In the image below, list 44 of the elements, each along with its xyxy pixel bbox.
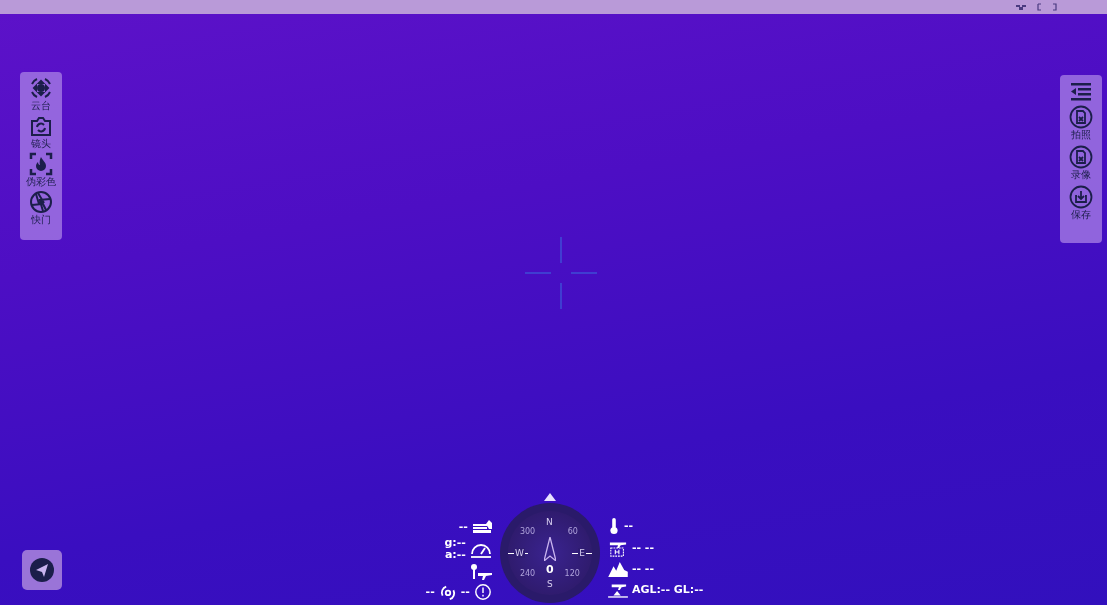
compass-tick: 120: [564, 569, 580, 578]
telemetry-value: a:--: [444, 549, 466, 561]
telemetry-value: --: [425, 586, 435, 598]
toolbar-button[interactable]: 拍照: [1069, 105, 1093, 141]
compass-label: S: [546, 579, 553, 589]
download-icon: [1069, 185, 1093, 209]
toolbar-button[interactable]: 镜头: [29, 114, 53, 150]
telemetry-value: --: [458, 521, 468, 533]
shutter-icon: [29, 190, 53, 214]
crosshair: [525, 237, 597, 309]
flame-icon: [29, 152, 53, 176]
compass-label: W: [513, 548, 525, 558]
toolbar-button[interactable]: [1069, 81, 1093, 101]
paper-plane-icon: [30, 558, 54, 582]
sd-card-icon: [1069, 105, 1093, 129]
telemetry-value: g:--: [444, 537, 466, 549]
compass-label: E: [578, 548, 586, 558]
toolbar-button[interactable]: 快门: [29, 190, 53, 226]
compass-tick: 300: [519, 527, 536, 536]
compass-tick: 240: [519, 569, 536, 578]
heading-marker-icon: [543, 493, 556, 501]
sd-card-icon: [1069, 145, 1093, 169]
toolbar-button[interactable]: 保存: [1069, 185, 1093, 221]
telemetry-value: -- --: [631, 542, 654, 554]
plane-pin-icon: [469, 563, 492, 581]
thermometer-icon: [607, 517, 620, 535]
compass-label: N: [545, 517, 553, 527]
compass-tick: 60: [567, 527, 578, 536]
toolbar-button[interactable]: 伪彩色: [26, 152, 56, 188]
mountain-icon: [607, 561, 628, 577]
telemetry-value: --: [623, 520, 634, 532]
menu-icon: [1069, 81, 1093, 101]
heading-arrow-icon: [543, 537, 556, 561]
toolbar-button[interactable]: 云台: [29, 76, 53, 112]
telemetry-value: --: [460, 586, 470, 598]
telemetry-value: AGL:-- GL:--: [631, 584, 704, 596]
signal-icon: [438, 583, 457, 601]
toolbar-button[interactable]: 录像: [1069, 145, 1093, 181]
gimbal-icon: [29, 76, 53, 100]
frame-icon: [1037, 3, 1057, 11]
telemetry-value: -- --: [631, 563, 654, 575]
send-button[interactable]: [22, 550, 62, 590]
heading-value: 0: [545, 564, 554, 576]
camera-icon: [29, 114, 53, 138]
